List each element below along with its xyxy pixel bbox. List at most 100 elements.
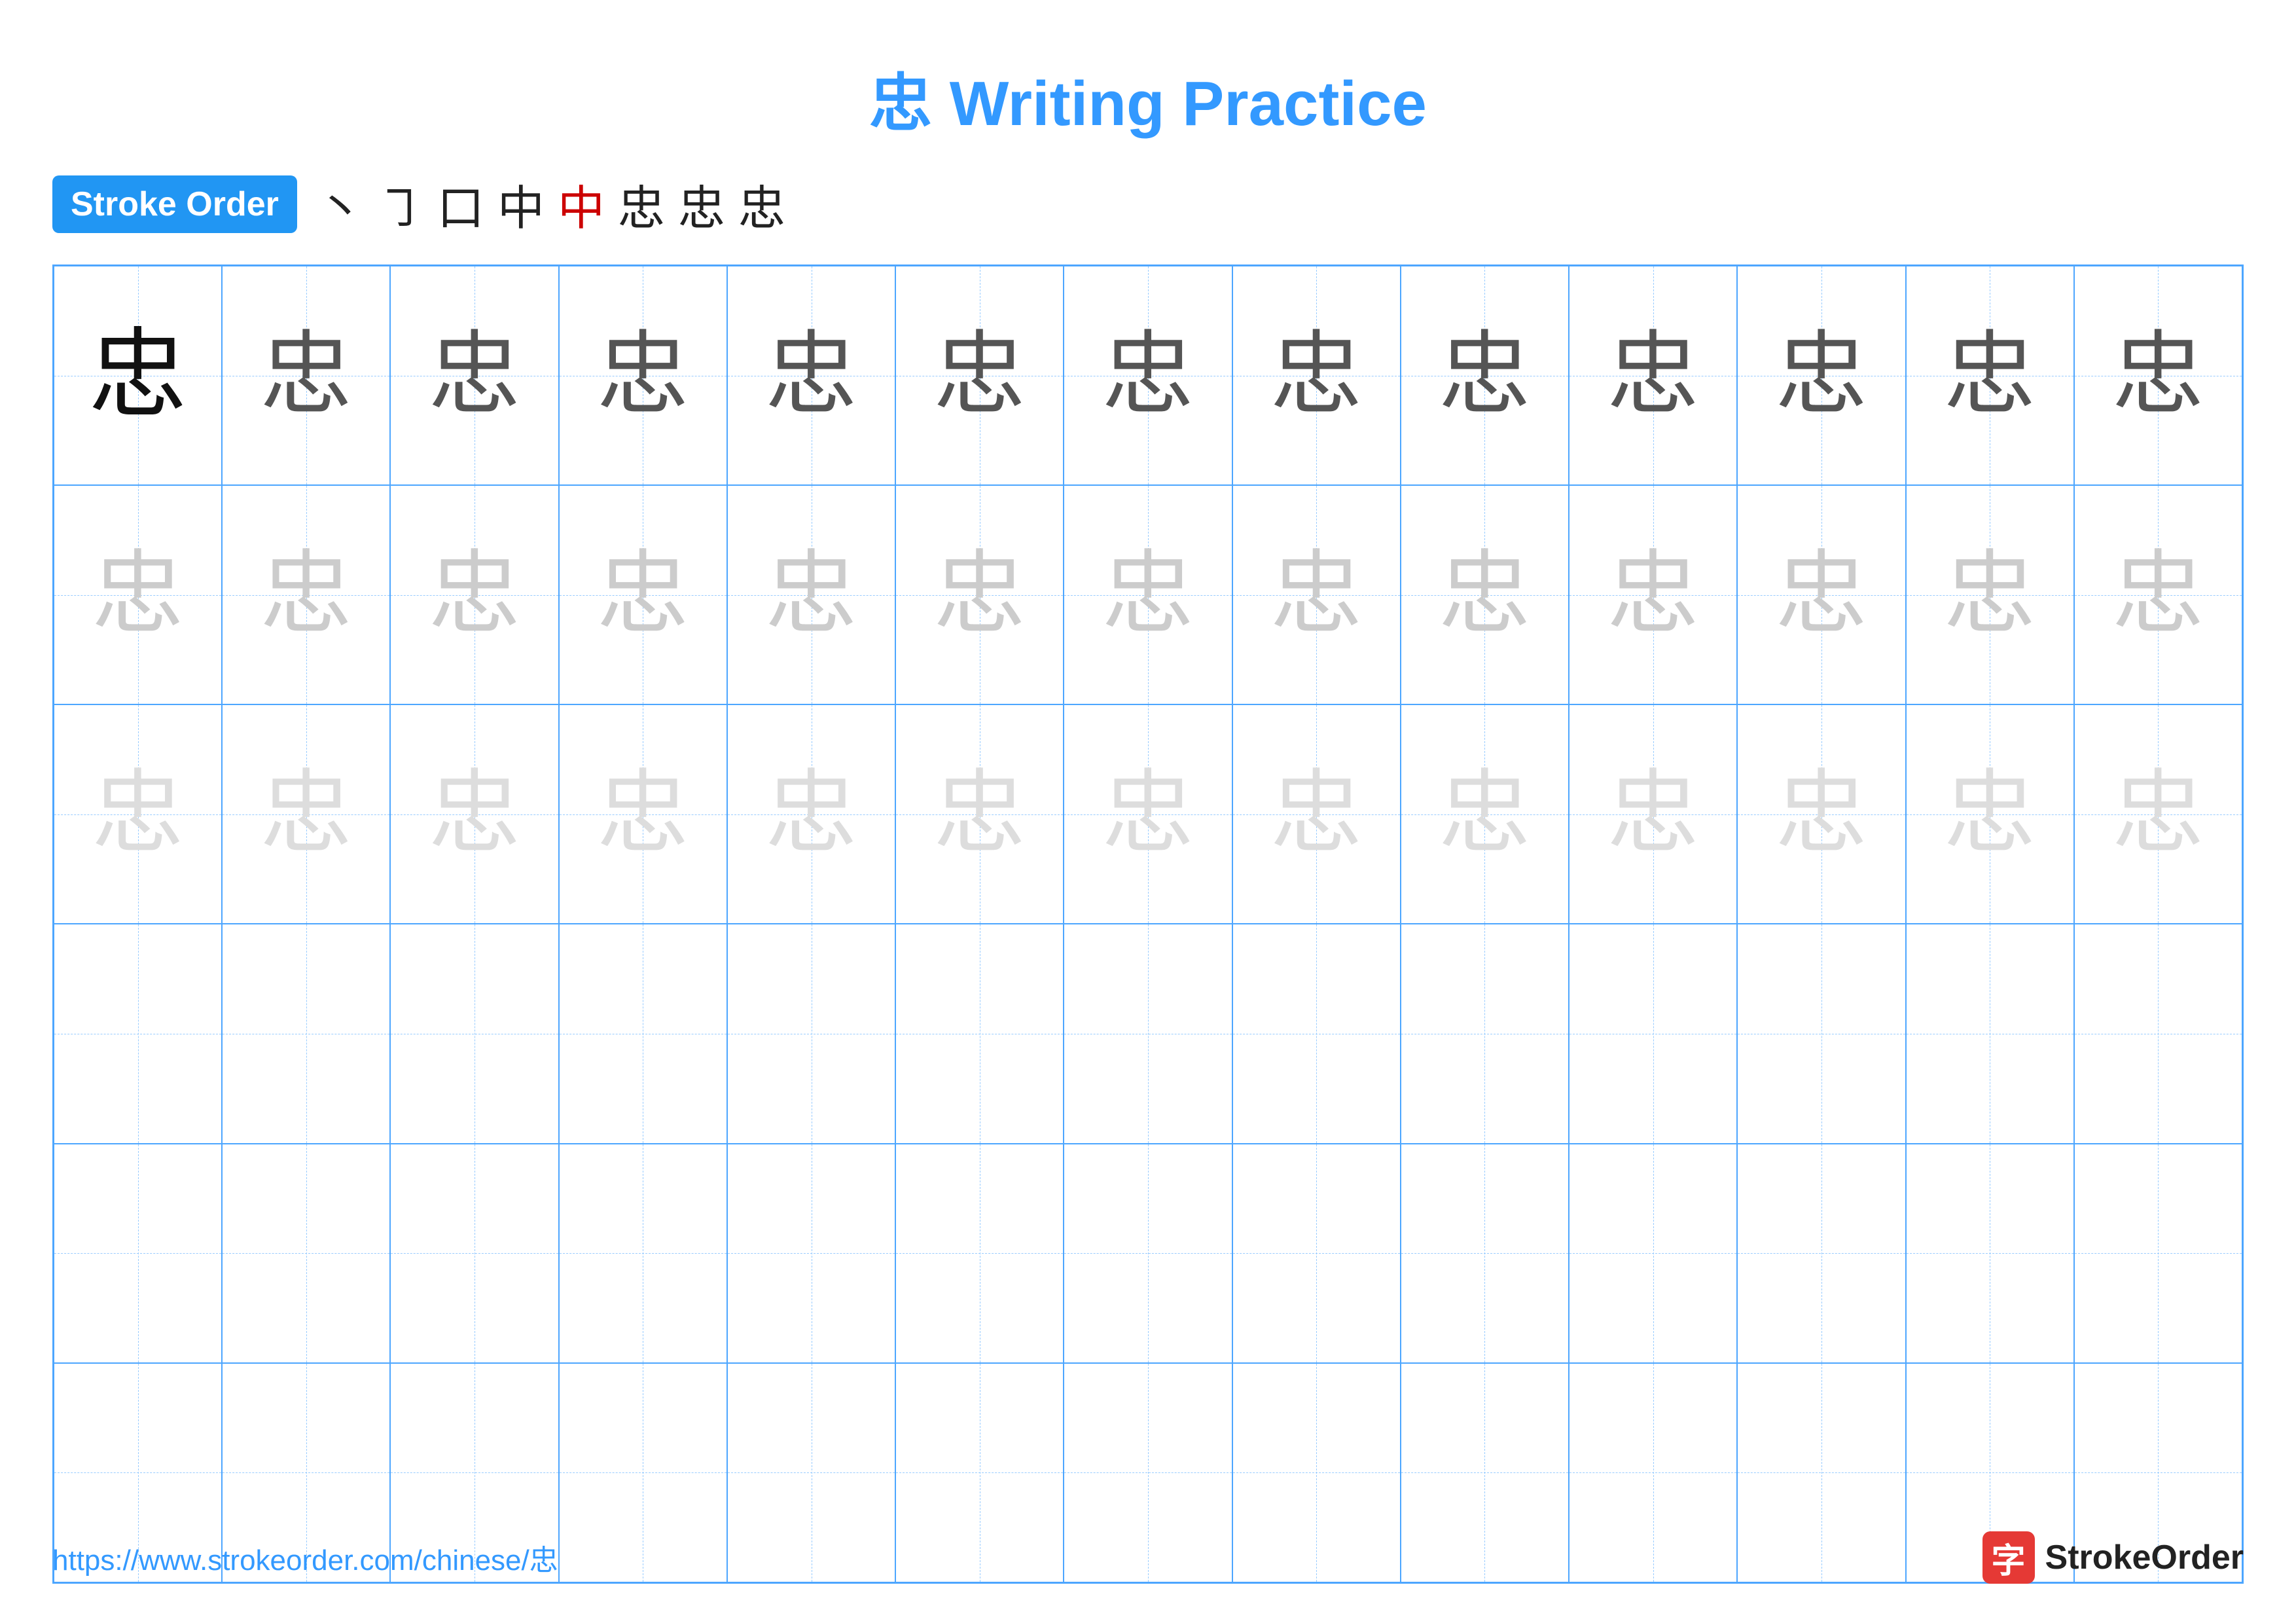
practice-char: 忠 xyxy=(1439,549,1530,641)
grid-cell[interactable] xyxy=(54,1144,222,1363)
practice-char: 忠 xyxy=(1607,769,1699,860)
stroke-5: 中 xyxy=(558,170,605,238)
grid-cell[interactable]: 忠 xyxy=(390,704,558,924)
grid-cell[interactable] xyxy=(1232,1144,1401,1363)
grid-cell[interactable]: 忠 xyxy=(2074,704,2242,924)
grid-cell[interactable]: 忠 xyxy=(727,266,895,485)
grid-cell[interactable]: 忠 xyxy=(1906,485,2074,704)
grid-cell[interactable]: 忠 xyxy=(1737,704,1905,924)
grid-cell[interactable]: 忠 xyxy=(1569,704,1737,924)
grid-cell[interactable] xyxy=(1906,924,2074,1143)
grid-cell[interactable]: 忠 xyxy=(54,485,222,704)
practice-char: 忠 xyxy=(89,327,187,425)
grid-cell[interactable] xyxy=(727,924,895,1143)
grid-cell[interactable]: 忠 xyxy=(559,266,727,485)
practice-char: 忠 xyxy=(429,549,520,641)
stroke-order-row: Stroke Order 丶 ㇆ 口 中 中 忠 忠 忠 xyxy=(52,170,2244,238)
grid-cell[interactable]: 忠 xyxy=(222,485,390,704)
grid-cell[interactable]: 忠 xyxy=(895,485,1064,704)
grid-cell[interactable]: 忠 xyxy=(390,485,558,704)
grid-cell[interactable] xyxy=(895,1144,1064,1363)
grid-cell[interactable]: 忠 xyxy=(895,704,1064,924)
grid-cell[interactable] xyxy=(2074,1144,2242,1363)
practice-char: 忠 xyxy=(1270,549,1362,641)
practice-char: 忠 xyxy=(429,769,520,860)
grid-cell[interactable]: 忠 xyxy=(222,266,390,485)
grid-cell[interactable] xyxy=(390,924,558,1143)
practice-char: 忠 xyxy=(766,330,857,422)
grid-cell[interactable]: 忠 xyxy=(1569,266,1737,485)
grid-cell[interactable] xyxy=(222,1144,390,1363)
grid-cell[interactable]: 忠 xyxy=(1737,266,1905,485)
grid-cell[interactable] xyxy=(1232,924,1401,1143)
grid-cell[interactable] xyxy=(390,1144,558,1363)
grid-cell[interactable]: 忠 xyxy=(895,266,1064,485)
practice-char: 忠 xyxy=(260,549,352,641)
grid-cell[interactable]: 忠 xyxy=(1064,704,1232,924)
grid-cell[interactable]: 忠 xyxy=(1401,266,1569,485)
grid-cell[interactable]: 忠 xyxy=(559,485,727,704)
practice-char: 忠 xyxy=(1607,330,1699,422)
grid-cell[interactable] xyxy=(1064,1144,1232,1363)
grid-cell[interactable]: 忠 xyxy=(2074,485,2242,704)
grid-cell[interactable]: 忠 xyxy=(1064,485,1232,704)
grid-cell[interactable] xyxy=(727,1144,895,1363)
grid-cell[interactable] xyxy=(1064,924,1232,1143)
grid-cell[interactable] xyxy=(559,1144,727,1363)
grid-cell[interactable]: 忠 xyxy=(559,704,727,924)
stroke-6: 忠 xyxy=(618,170,665,238)
stroke-8: 忠 xyxy=(738,170,785,238)
practice-char: 忠 xyxy=(934,769,1026,860)
grid-cell[interactable]: 忠 xyxy=(2074,266,2242,485)
grid-cell[interactable] xyxy=(1569,924,1737,1143)
grid-cell[interactable]: 忠 xyxy=(222,704,390,924)
grid-cell[interactable]: 忠 xyxy=(1232,704,1401,924)
practice-char: 忠 xyxy=(1944,549,2036,641)
grid-cell[interactable]: 忠 xyxy=(54,704,222,924)
grid-cell[interactable]: 忠 xyxy=(727,485,895,704)
grid-cell[interactable] xyxy=(1569,1144,1737,1363)
grid-cell[interactable]: 忠 xyxy=(727,704,895,924)
practice-char: 忠 xyxy=(1102,330,1194,422)
logo-icon: 字 xyxy=(1982,1531,2035,1584)
practice-char: 忠 xyxy=(2112,549,2204,641)
practice-char: 忠 xyxy=(766,549,857,641)
practice-grid: 忠忠忠忠忠忠忠忠忠忠忠忠忠忠忠忠忠忠忠忠忠忠忠忠忠忠忠忠忠忠忠忠忠忠忠忠忠忠忠 xyxy=(52,264,2244,1584)
stroke-sequence: 丶 ㇆ 口 中 中 忠 忠 忠 xyxy=(317,170,785,238)
practice-char: 忠 xyxy=(260,330,352,422)
grid-cell[interactable]: 忠 xyxy=(54,266,222,485)
practice-char: 忠 xyxy=(934,549,1026,641)
practice-char: 忠 xyxy=(2112,769,2204,860)
grid-cell[interactable] xyxy=(1401,1144,1569,1363)
grid-cell[interactable]: 忠 xyxy=(1906,266,2074,485)
grid-cell[interactable]: 忠 xyxy=(1401,704,1569,924)
grid-cell[interactable]: 忠 xyxy=(390,266,558,485)
stroke-1: 丶 xyxy=(317,170,364,238)
practice-char: 忠 xyxy=(1439,769,1530,860)
grid-cell[interactable]: 忠 xyxy=(1737,485,1905,704)
grid-cell[interactable]: 忠 xyxy=(1232,485,1401,704)
grid-cell[interactable] xyxy=(895,924,1064,1143)
footer: https://www.strokeorder.com/chinese/忠 字 … xyxy=(52,1531,2244,1584)
grid-cell[interactable] xyxy=(2074,924,2242,1143)
practice-char: 忠 xyxy=(766,769,857,860)
grid-cell[interactable]: 忠 xyxy=(1401,485,1569,704)
grid-cell[interactable] xyxy=(1737,924,1905,1143)
grid-cell[interactable] xyxy=(1906,1144,2074,1363)
grid-cell[interactable] xyxy=(1737,1144,1905,1363)
grid-cell[interactable]: 忠 xyxy=(1906,704,2074,924)
grid-cell[interactable]: 忠 xyxy=(1064,266,1232,485)
practice-char: 忠 xyxy=(934,330,1026,422)
practice-char: 忠 xyxy=(1102,549,1194,641)
grid-cell[interactable] xyxy=(222,924,390,1143)
practice-char: 忠 xyxy=(1270,330,1362,422)
logo-name: StrokeOrder xyxy=(2045,1538,2244,1577)
practice-char: 忠 xyxy=(597,330,689,422)
grid-cell[interactable] xyxy=(559,924,727,1143)
grid-cell[interactable] xyxy=(54,924,222,1143)
practice-char: 忠 xyxy=(92,549,184,641)
practice-char: 忠 xyxy=(429,330,520,422)
grid-cell[interactable]: 忠 xyxy=(1569,485,1737,704)
grid-cell[interactable] xyxy=(1401,924,1569,1143)
grid-cell[interactable]: 忠 xyxy=(1232,266,1401,485)
